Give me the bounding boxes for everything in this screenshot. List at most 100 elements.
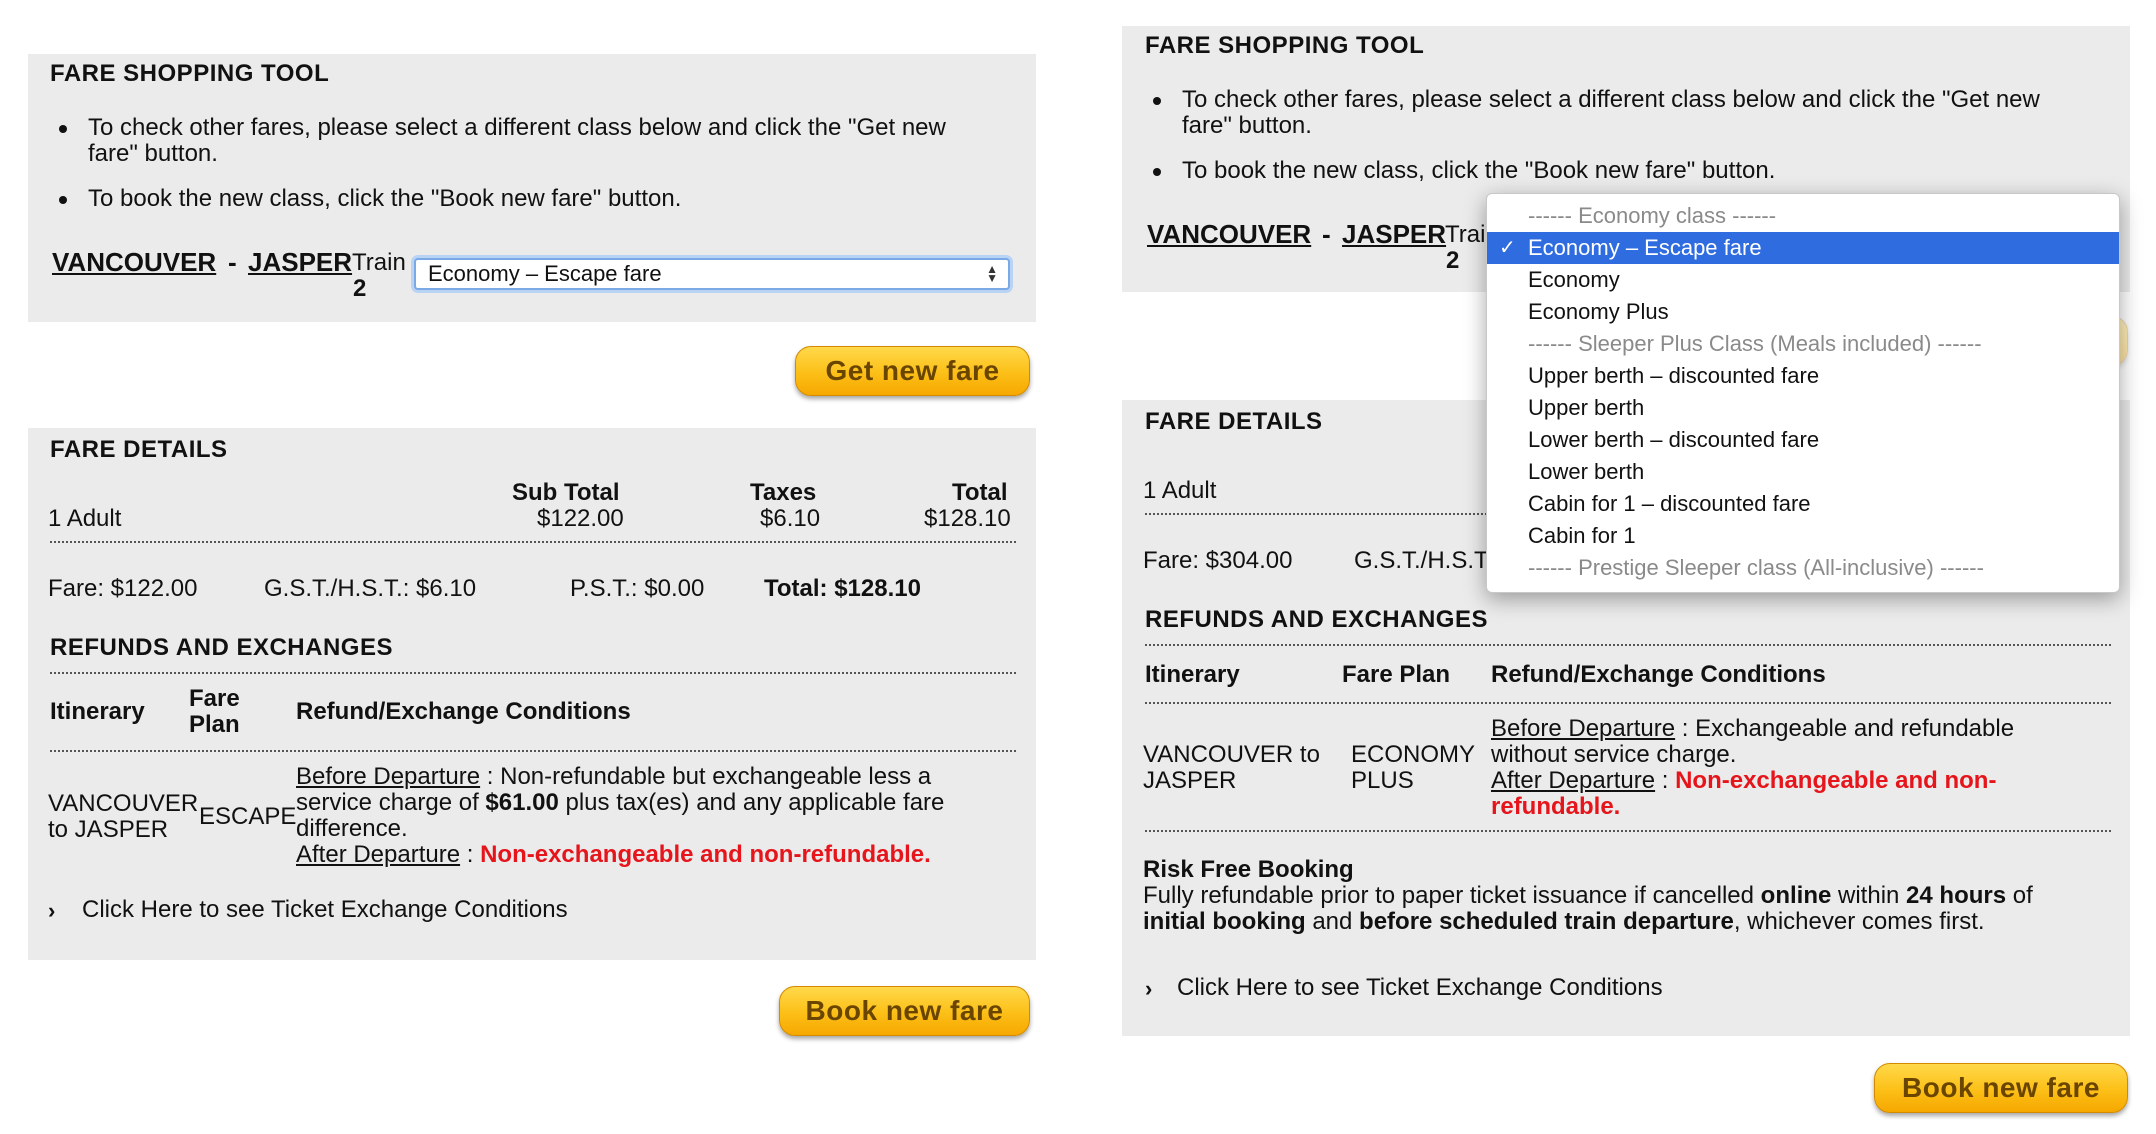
left-itinerary-1: VANCOUVER xyxy=(48,790,199,817)
left-book-new-fare-button[interactable]: Book new fare xyxy=(779,986,1030,1036)
dropdown-group-header: ------ Sleeper Plus Class (Meals include… xyxy=(1528,331,1982,356)
risk-2d: , whichever comes first. xyxy=(1733,908,1985,935)
right-before-departure-line2: without service charge. xyxy=(1491,741,1737,768)
dropdown-option[interactable]: Cabin for 1 xyxy=(1487,520,2119,552)
right-fare-amount: Fare: $304.00 xyxy=(1143,547,1293,574)
right-origin-link[interactable]: VANCOUVER xyxy=(1147,221,1311,247)
right-refunds-title: REFUNDS AND EXCHANGES xyxy=(1145,606,1488,633)
left-after-departure-text: Non-exchangeable and non-refundable. xyxy=(480,841,931,868)
dropdown-option[interactable]: Economy xyxy=(1487,264,2119,296)
left-fare-shopping-title: FARE SHOPPING TOOL xyxy=(50,60,330,87)
left-before-departure-line2: service charge of $61.00 plus tax(es) an… xyxy=(296,790,944,816)
right-train-number: 2 xyxy=(1446,247,1460,274)
left-taxes-value: $6.10 xyxy=(760,505,821,532)
left-after-departure-label: After Departure xyxy=(296,841,461,868)
left-bullet2: To book the new class, click the "Book n… xyxy=(88,185,682,212)
left-fare-amount: Fare: $122.00 xyxy=(48,575,198,602)
left-itinerary-2: to JASPER xyxy=(48,816,169,843)
right-after-departure-line1: After Departure : Non-exchangeable and n… xyxy=(1491,768,1996,794)
right-itinerary-1: VANCOUVER to xyxy=(1143,741,1320,768)
left-before-departure-line1: Before Departure : Non-refundable but ex… xyxy=(296,764,931,790)
left-bullet-dot xyxy=(59,125,67,133)
left-passengers: 1 Adult xyxy=(48,505,122,532)
select-arrows-icon: ▲ ▼ xyxy=(986,262,998,285)
risk-1c: within xyxy=(1831,882,1907,909)
right-fare-details-title: FARE DETAILS xyxy=(1145,408,1323,435)
get-new-fare-button[interactable]: Get new fare xyxy=(795,346,1030,396)
dropdown-option[interactable]: Lower berth xyxy=(1487,456,2119,488)
right-col-fare-plan: Fare Plan xyxy=(1342,661,1451,688)
left-train-number: 2 xyxy=(353,275,367,302)
dropdown-group-header: ------ Economy class ------ xyxy=(1528,203,1777,228)
left-total-label: Total xyxy=(952,479,1008,506)
risk-free-line1: Fully refundable prior to paper ticket i… xyxy=(1143,883,2033,909)
left-col-conditions: Refund/Exchange Conditions xyxy=(296,698,631,725)
right-fare-plan-2: PLUS xyxy=(1351,767,1414,794)
left-refunds-title: REFUNDS AND EXCHANGES xyxy=(50,634,393,661)
left-before-text-2a: service charge of xyxy=(296,789,486,816)
left-total-value: $128.10 xyxy=(924,505,1011,532)
left-grand-total: Total: $128.10 xyxy=(764,575,921,602)
right-route-separator: - xyxy=(1322,219,1331,249)
divider xyxy=(50,541,1016,543)
dropdown-option[interactable]: Upper berth – discounted fare xyxy=(1487,360,2119,392)
left-col-fare-plan-2: Plan xyxy=(189,711,240,738)
left-before-text-1: : Non-refundable but exchangeable less a xyxy=(480,763,932,790)
divider xyxy=(1145,830,2111,832)
risk-1a: Fully refundable prior to paper ticket i… xyxy=(1143,882,1761,909)
dropdown-option[interactable]: Economy Plus xyxy=(1487,296,2119,328)
left-ticket-exchange-link[interactable]: Click Here to see Ticket Exchange Condit… xyxy=(82,897,568,923)
right-ticket-exchange-link[interactable]: Click Here to see Ticket Exchange Condit… xyxy=(1177,975,1663,1001)
left-before-departure-label: Before Departure xyxy=(296,763,481,790)
left-after-departure-line: After Departure : Non-exchangeable and n… xyxy=(296,842,931,868)
right-after-departure-label: After Departure xyxy=(1491,767,1656,794)
right-gst-partial: G.S.T./H.S.T xyxy=(1354,547,1489,574)
left-before-text-2b: plus tax(es) and any applicable fare xyxy=(558,789,945,816)
left-subtotal-value: $122.00 xyxy=(537,505,624,532)
right-bullet2: To book the new class, click the "Book n… xyxy=(1182,157,1776,184)
divider xyxy=(1145,702,2111,704)
left-fare-plan: ESCAPE xyxy=(199,803,297,830)
risk-1b: online xyxy=(1760,882,1832,909)
right-before-text-1: : Exchangeable and refundable xyxy=(1675,715,2015,742)
left-bullet1-line2: fare" button. xyxy=(88,140,218,167)
dropdown-option[interactable]: Economy – Escape fare xyxy=(1487,232,2119,264)
right-after-sep: : xyxy=(1655,767,1676,794)
divider xyxy=(50,750,1016,752)
left-origin-link[interactable]: VANCOUVER xyxy=(52,249,216,275)
right-col-conditions: Refund/Exchange Conditions xyxy=(1491,661,1826,688)
dropdown-option[interactable]: Upper berth xyxy=(1487,392,2119,424)
left-col-fare-plan-1: Fare xyxy=(189,685,240,712)
left-gst-amount: G.S.T./H.S.T.: $6.10 xyxy=(264,575,477,602)
right-passengers: 1 Adult xyxy=(1143,477,1217,504)
right-bullet-dot xyxy=(1153,168,1161,176)
risk-2c: before scheduled train departure xyxy=(1359,908,1734,935)
right-before-departure-label: Before Departure xyxy=(1491,715,1676,742)
risk-free-booking-title: Risk Free Booking xyxy=(1143,856,1354,883)
left-train-label: Train xyxy=(352,249,406,276)
chevron-right-icon: › xyxy=(1145,976,1153,1001)
right-bullet1-line1: To check other fares, please select a di… xyxy=(1182,86,2040,113)
right-itinerary-2: JASPER xyxy=(1143,767,1237,794)
right-col-itinerary: Itinerary xyxy=(1145,661,1240,688)
risk-1d: 24 hours xyxy=(1906,882,2007,909)
left-fare-class-select[interactable]: Economy – Escape fare ▲ ▼ xyxy=(414,258,1010,290)
right-before-departure-line1: Before Departure : Exchangeable and refu… xyxy=(1491,716,2014,742)
dropdown-option[interactable]: Lower berth – discounted fare xyxy=(1487,424,2119,456)
left-after-sep: : xyxy=(460,841,481,868)
risk-1e: of xyxy=(2006,882,2033,909)
left-fare-class-value: Economy – Escape fare xyxy=(428,261,662,286)
right-train-label: Trai xyxy=(1445,221,1486,248)
chevron-right-icon: › xyxy=(48,898,56,923)
risk-free-line2: initial booking and before scheduled tra… xyxy=(1143,909,1985,935)
right-book-new-fare-button[interactable]: Book new fare xyxy=(1874,1063,2128,1113)
right-destination-link[interactable]: JASPER xyxy=(1342,221,1446,247)
right-bullet1-line2: fare" button. xyxy=(1182,112,1312,139)
divider xyxy=(1145,644,2111,646)
right-fare-shopping-title: FARE SHOPPING TOOL xyxy=(1145,32,1425,59)
dropdown-option[interactable]: Cabin for 1 – discounted fare xyxy=(1487,488,2119,520)
left-route-separator: - xyxy=(228,247,237,277)
left-destination-link[interactable]: JASPER xyxy=(248,249,352,275)
left-subtotal-label: Sub Total xyxy=(512,479,620,506)
fare-class-dropdown-menu[interactable]: ------ Economy class ------ ✓ Economy – Es… xyxy=(1486,193,2120,593)
